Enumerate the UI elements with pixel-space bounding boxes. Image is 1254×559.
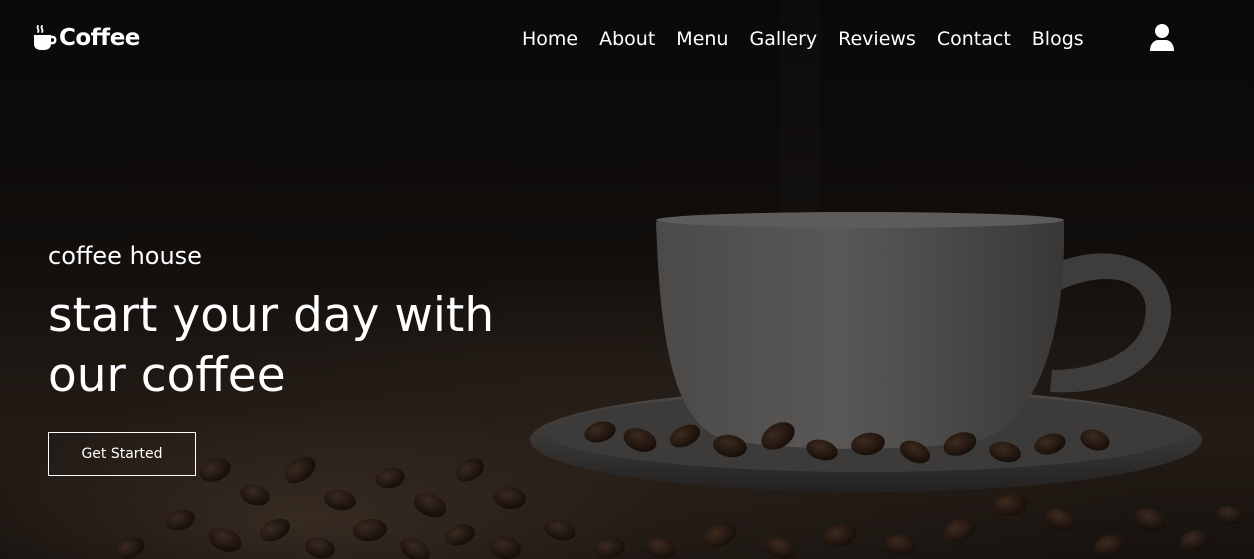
hero-headline-line1: start your day with [48,288,495,343]
nav-link-reviews[interactable]: Reviews [838,28,916,50]
coffee-cup-icon [34,25,57,50]
nav-link-blogs[interactable]: Blogs [1032,28,1084,50]
nav-link-about[interactable]: About [599,28,655,50]
logo-link[interactable]: Coffee [32,22,140,54]
get-started-button[interactable]: Get Started [48,432,196,476]
coffee-cup-image [530,212,1202,559]
nav-link-gallery[interactable]: Gallery [749,28,817,50]
hero-headline-line2: our coffee [48,348,286,403]
hero-eyebrow: coffee house [48,242,202,270]
hero-section: Coffee Home About Menu Gallery Reviews C… [0,0,1254,559]
logo-text: Coffee [59,25,140,51]
user-icon[interactable] [1148,22,1176,54]
nav-link-contact[interactable]: Contact [937,28,1011,50]
navbar: Coffee Home About Menu Gallery Reviews C… [0,0,1254,76]
nav-link-home[interactable]: Home [522,28,578,50]
nav-menu: Home About Menu Gallery Reviews Contact … [512,24,1094,54]
nav-link-menu[interactable]: Menu [676,28,728,50]
hero-headline: start your day with our coffee [48,286,608,406]
